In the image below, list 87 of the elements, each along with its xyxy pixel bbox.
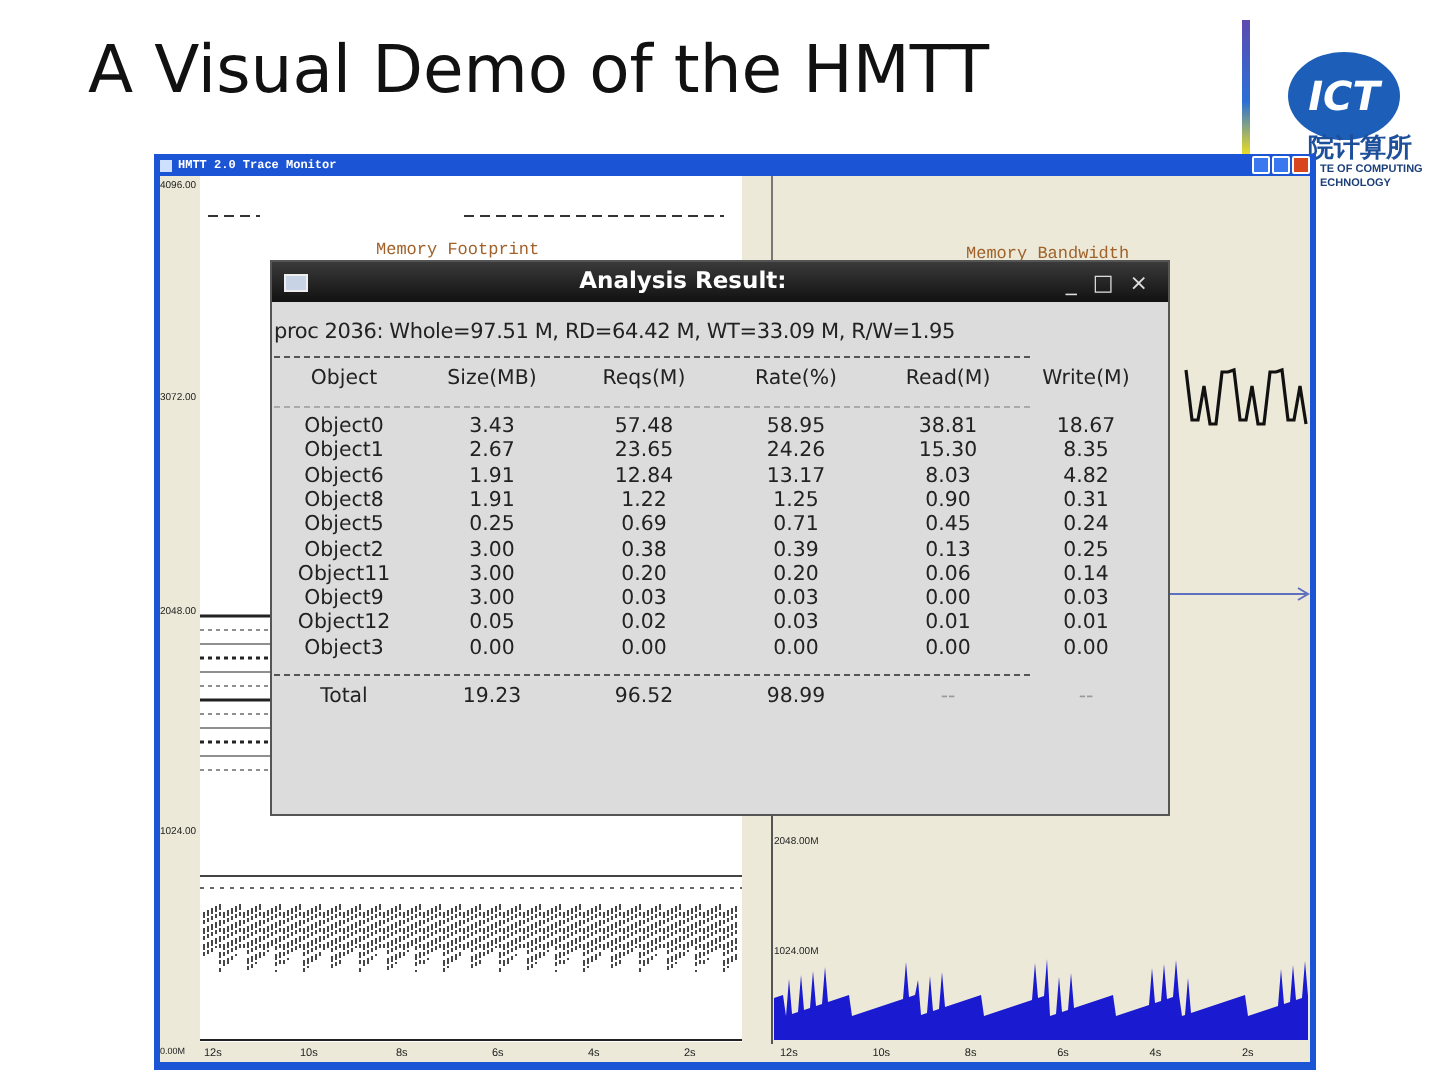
chart-title: Memory Bandwidth	[966, 244, 1130, 264]
table-cell-text: 58.95	[764, 416, 828, 440]
bandwidth-line-drawing	[1184, 367, 1308, 426]
table-cell-text: Object5	[302, 514, 386, 540]
table-cell-text: 0.25	[467, 514, 517, 540]
table-cell-text: 8.35	[1061, 440, 1111, 466]
table-cell-text: 0.25	[1061, 539, 1111, 564]
table-cell-text: 0.00	[619, 637, 669, 663]
table-cell-text: Object6	[302, 465, 386, 490]
table-cell-text: 0.39	[771, 539, 821, 564]
column-header: Object	[308, 367, 380, 393]
table-cell-text: 0.00	[771, 637, 821, 663]
slide-title: A Visual Demo of the HMTT	[88, 36, 990, 102]
table-cell-text: 0.14	[1061, 563, 1111, 588]
column-header: Rate(%)	[753, 367, 839, 393]
table-cell-text: 0.13	[923, 539, 973, 564]
table-cell-text: --	[1076, 686, 1096, 711]
table-cell-text: Object2	[302, 539, 386, 564]
table-cell-text: Object9	[302, 588, 386, 612]
column-header: Size(MB)	[445, 367, 539, 393]
table-cell-text: 0.05	[467, 612, 517, 638]
table-cell-text: 1.22	[619, 489, 669, 514]
table-cell-text: Object11	[295, 563, 393, 588]
table-cell-text: 98.99	[764, 686, 828, 711]
column-header: Reqs(M)	[600, 367, 688, 393]
accent-bar	[1242, 20, 1250, 156]
close-button[interactable]: ×	[1121, 271, 1156, 293]
table-cell-text: 0.03	[771, 588, 821, 612]
table-cell-text: 0.20	[619, 563, 669, 588]
table-cell-text: 0.06	[923, 563, 973, 588]
table-cell-text: 0.20	[771, 563, 821, 588]
table-cell-text: 3.43	[467, 416, 517, 440]
maximize-button[interactable]: □	[1084, 271, 1122, 293]
table-cell-text: 3.00	[467, 563, 517, 588]
table-cell-text: 0.00	[467, 637, 517, 663]
table-cell-text: 38.81	[916, 416, 980, 440]
table-cell-text: 0.03	[619, 588, 669, 612]
table-cell-text: 0.69	[619, 514, 669, 540]
table-cell-text: 19.23	[460, 686, 524, 711]
table-cell-text: 0.01	[1061, 612, 1111, 638]
table-cell-text: 2.67	[467, 440, 517, 466]
table-cell-text: 57.48	[612, 416, 676, 440]
table-cell-text: 13.17	[764, 465, 828, 490]
maximize-button[interactable]	[1272, 156, 1290, 174]
table-cell-text: 12.84	[612, 465, 676, 490]
table-cell-text: 23.65	[612, 440, 676, 466]
dialog-icon	[284, 273, 308, 291]
close-button[interactable]	[1292, 156, 1310, 174]
table-cell-text: 1.25	[771, 489, 821, 514]
table-cell-text: 24.26	[764, 440, 828, 466]
column-header: Write(M)	[1040, 367, 1132, 393]
table-cell-text: 1.91	[467, 465, 517, 490]
table-cell-text: 0.45	[923, 514, 973, 540]
table-cell-text: Object1	[302, 440, 386, 466]
column-header: Read(M)	[903, 367, 993, 393]
summary-text: proc 2036: Whole=97.51 M, RD=64.42 M, WT=33.09 M, R/W=1.95	[272, 318, 957, 348]
table-cell-text: 3.00	[467, 539, 517, 564]
table-cell-text: 4.82	[1061, 465, 1111, 490]
table-cell-text: 0.00	[923, 637, 973, 663]
table-cell-text: Object8	[302, 489, 386, 514]
table-cell-text: 0.24	[1061, 514, 1111, 540]
table-cell-text: 0.31	[1061, 489, 1111, 514]
dialog-title: Analysis Result:	[577, 264, 789, 299]
table-cell-text: Object3	[302, 637, 386, 663]
table-cell-text: 0.02	[619, 612, 669, 638]
table-cell-text: 0.71	[771, 514, 821, 540]
table-cell-text: 0.01	[923, 612, 973, 638]
table-cell-text: 96.52	[612, 686, 676, 711]
table-cell-text: 15.30	[916, 440, 980, 466]
app-icon	[160, 159, 172, 171]
table-cell-text: Object12	[295, 612, 393, 638]
table-cell-text: 18.67	[1054, 416, 1118, 440]
table-cell-text: 0.38	[619, 539, 669, 564]
table-cell-text: 0.03	[771, 612, 821, 638]
table-cell-text: 0.90	[923, 489, 973, 514]
table-cell-text: Total	[318, 686, 370, 711]
table-cell-text: --	[938, 686, 958, 711]
table-cell-text: 1.91	[467, 489, 517, 514]
table-cell-text: 0.00	[1061, 637, 1111, 663]
table-cell-text: 0.00	[923, 588, 973, 612]
table-cell-text: 0.03	[1061, 588, 1111, 612]
table-cell-text: Object0	[302, 416, 386, 440]
minimize-button[interactable]: _	[1057, 271, 1085, 293]
table-cell-text: 8.03	[923, 465, 973, 490]
chart-title: Memory Footprint	[376, 240, 540, 260]
minimize-button[interactable]	[1252, 156, 1270, 174]
table-cell-text: 3.00	[467, 588, 517, 612]
